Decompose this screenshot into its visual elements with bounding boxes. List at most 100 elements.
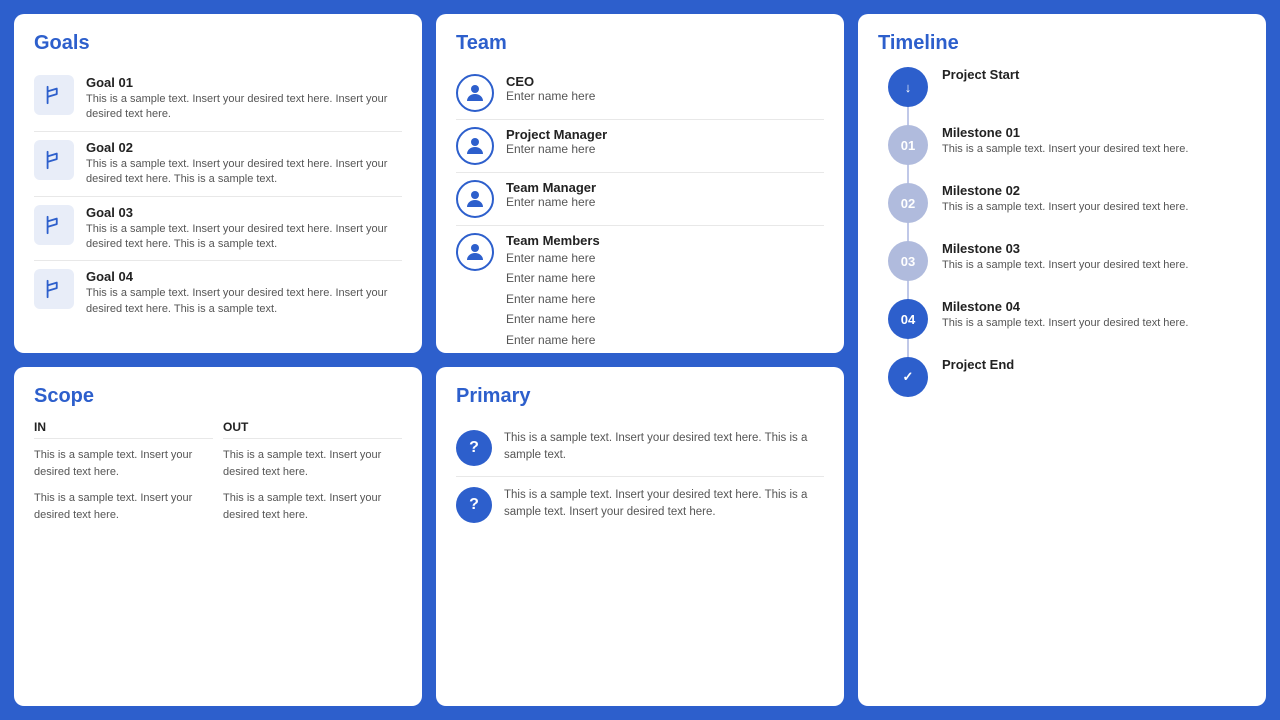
timeline-content: Milestone 02 This is a sample text. Inse… <box>942 183 1188 215</box>
timeline-content: Milestone 01 This is a sample text. Inse… <box>942 125 1188 157</box>
team-role: Team Members <box>506 233 600 248</box>
team-list: CEO Enter name here Project Manager Ente… <box>456 67 824 353</box>
team-role: CEO <box>506 74 595 89</box>
team-avatar <box>456 233 494 271</box>
timeline-content: Milestone 03 This is a sample text. Inse… <box>942 241 1188 273</box>
team-member-name: Enter name here <box>506 268 600 288</box>
primary-card: Primary ? This is a sample text. Insert … <box>436 367 844 706</box>
scope-in-entry: This is a sample text. Insert your desir… <box>34 490 213 523</box>
primary-title: Primary <box>456 385 824 408</box>
timeline-item-body: This is a sample text. Insert your desir… <box>942 316 1188 331</box>
timeline-item: 01 Milestone 01 This is a sample text. I… <box>888 125 1246 165</box>
timeline-content: Milestone 04 This is a sample text. Inse… <box>942 299 1188 331</box>
team-member-name: Enter name here <box>506 309 600 329</box>
goal-text: Goal 01 This is a sample text. Insert yo… <box>86 75 402 123</box>
scope-in-entry: This is a sample text. Insert your desir… <box>34 447 213 480</box>
goal-body: This is a sample text. Insert your desir… <box>86 157 402 188</box>
goal-text: Goal 02 This is a sample text. Insert yo… <box>86 140 402 188</box>
scope-in-col: IN This is a sample text. Insert your de… <box>34 420 213 683</box>
timeline-card: Timeline ↓ Project Start 01 Milestone 01… <box>858 14 1266 706</box>
timeline-item-title: Milestone 04 <box>942 299 1188 314</box>
timeline-dot: 04 <box>888 299 928 339</box>
timeline-content: Project Start <box>942 67 1019 84</box>
goal-icon <box>34 140 74 180</box>
team-member-name: Enter name here <box>506 248 600 268</box>
timeline-item: ↓ Project Start <box>888 67 1246 107</box>
timeline-line <box>907 67 909 397</box>
goal-title: Goal 02 <box>86 140 402 155</box>
primary-item: ? This is a sample text. Insert your des… <box>456 477 824 533</box>
timeline-dot: ✓ <box>888 357 928 397</box>
scope-card: Scope IN This is a sample text. Insert y… <box>14 367 422 706</box>
goal-body: This is a sample text. Insert your desir… <box>86 92 402 123</box>
team-info: Team Manager Enter name here <box>506 180 596 209</box>
team-info: CEO Enter name here <box>506 74 595 103</box>
primary-text: This is a sample text. Insert your desir… <box>504 430 824 465</box>
primary-text: This is a sample text. Insert your desir… <box>504 487 824 522</box>
scope-out-entry: This is a sample text. Insert your desir… <box>223 447 402 480</box>
goal-title: Goal 04 <box>86 269 402 284</box>
timeline-item-body: This is a sample text. Insert your desir… <box>942 200 1188 215</box>
timeline-title: Timeline <box>878 32 1246 55</box>
team-card: Team CEO Enter name here Project Manager… <box>436 14 844 353</box>
timeline-item-title: Project End <box>942 357 1014 372</box>
scope-out-label: OUT <box>223 420 402 439</box>
timeline-item: ✓ Project End <box>888 357 1246 397</box>
team-info: Project Manager Enter name here <box>506 127 607 156</box>
team-item: Team Manager Enter name here <box>456 173 824 226</box>
goal-body: This is a sample text. Insert your desir… <box>86 222 402 253</box>
goal-icon <box>34 269 74 309</box>
primary-icon: ? <box>456 487 492 523</box>
timeline-dot: 03 <box>888 241 928 281</box>
timeline-item-title: Milestone 01 <box>942 125 1188 140</box>
timeline-content: Project End <box>942 357 1014 374</box>
team-avatar <box>456 180 494 218</box>
team-member-name: Enter name here <box>506 289 600 309</box>
team-member-name: Enter name here <box>506 330 600 350</box>
team-item: Project Manager Enter name here <box>456 120 824 173</box>
team-name: Enter name here <box>506 89 595 103</box>
main-grid: Goals Goal 01 This is a sample text. Ins… <box>14 14 1266 706</box>
goals-card: Goals Goal 01 This is a sample text. Ins… <box>14 14 422 353</box>
timeline-item: 04 Milestone 04 This is a sample text. I… <box>888 299 1246 339</box>
timeline-item-body: This is a sample text. Insert your desir… <box>942 142 1188 157</box>
team-members-list: Enter name hereEnter name hereEnter name… <box>506 248 600 350</box>
team-name: Enter name here <box>506 142 607 156</box>
team-info: Team Members Enter name hereEnter name h… <box>506 233 600 350</box>
goal-text: Goal 03 This is a sample text. Insert yo… <box>86 205 402 253</box>
scope-out-col: OUT This is a sample text. Insert your d… <box>223 420 402 683</box>
timeline-dot: ↓ <box>888 67 928 107</box>
goal-title: Goal 01 <box>86 75 402 90</box>
team-avatar <box>456 127 494 165</box>
team-avatar <box>456 74 494 112</box>
goal-item: Goal 01 This is a sample text. Insert yo… <box>34 67 402 132</box>
timeline-item-title: Milestone 02 <box>942 183 1188 198</box>
team-name: Enter name here <box>506 195 596 209</box>
timeline-item-body: This is a sample text. Insert your desir… <box>942 258 1188 273</box>
goal-text: Goal 04 This is a sample text. Insert yo… <box>86 269 402 317</box>
timeline-dot: 01 <box>888 125 928 165</box>
timeline-dot: 02 <box>888 183 928 223</box>
timeline-list: ↓ Project Start 01 Milestone 01 This is … <box>888 67 1246 397</box>
goal-item: Goal 02 This is a sample text. Insert yo… <box>34 132 402 197</box>
scope-title: Scope <box>34 385 402 408</box>
scope-grid: IN This is a sample text. Insert your de… <box>34 420 402 683</box>
team-role: Project Manager <box>506 127 607 142</box>
goal-icon <box>34 75 74 115</box>
goal-item: Goal 03 This is a sample text. Insert yo… <box>34 197 402 262</box>
scope-out-entry: This is a sample text. Insert your desir… <box>223 490 402 523</box>
primary-item: ? This is a sample text. Insert your des… <box>456 420 824 477</box>
goal-body: This is a sample text. Insert your desir… <box>86 286 402 317</box>
primary-icon: ? <box>456 430 492 466</box>
timeline-item: 03 Milestone 03 This is a sample text. I… <box>888 241 1246 281</box>
timeline-item: 02 Milestone 02 This is a sample text. I… <box>888 183 1246 223</box>
goals-list: Goal 01 This is a sample text. Insert yo… <box>34 67 402 325</box>
goal-item: Goal 04 This is a sample text. Insert yo… <box>34 261 402 325</box>
scope-out-entries: This is a sample text. Insert your desir… <box>223 447 402 523</box>
team-item: Team Members Enter name hereEnter name h… <box>456 226 824 353</box>
timeline-container: ↓ Project Start 01 Milestone 01 This is … <box>878 67 1246 397</box>
primary-list: ? This is a sample text. Insert your des… <box>456 420 824 533</box>
goal-title: Goal 03 <box>86 205 402 220</box>
timeline-item-title: Project Start <box>942 67 1019 82</box>
team-role: Team Manager <box>506 180 596 195</box>
